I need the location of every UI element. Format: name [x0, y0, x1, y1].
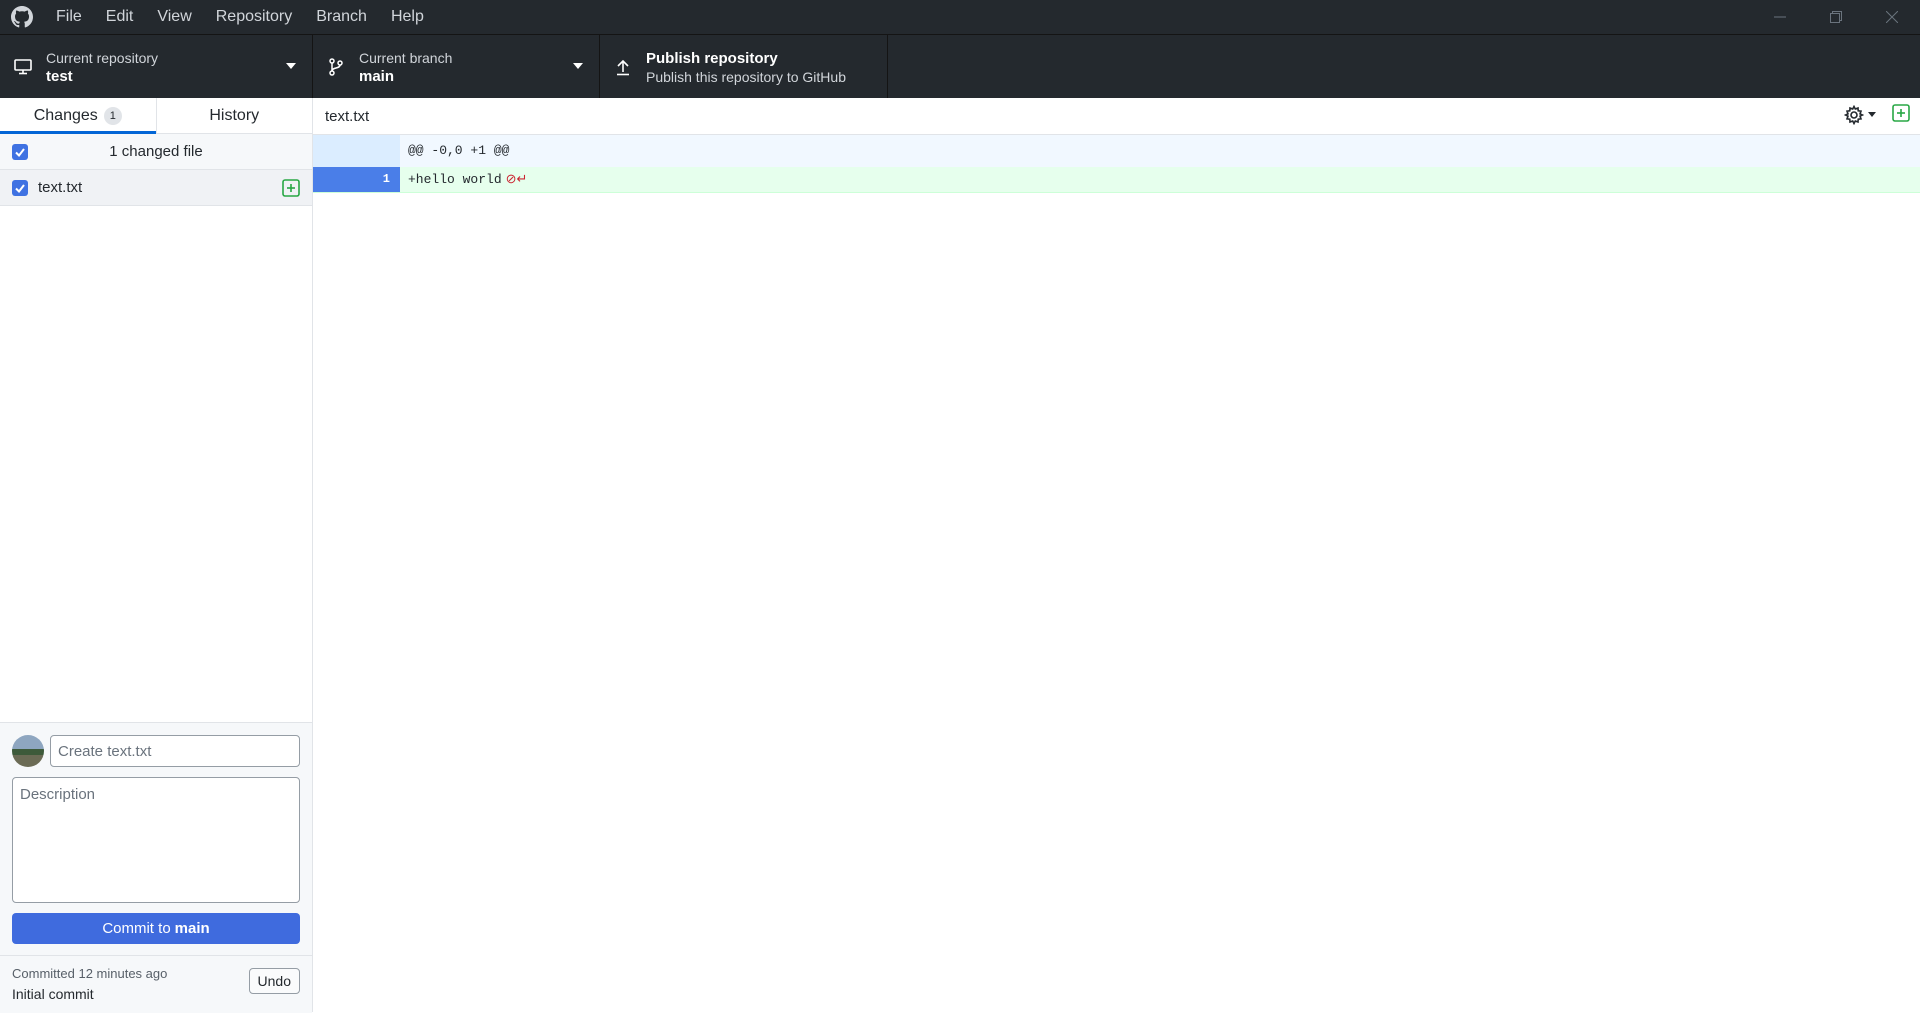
- checkmark-icon: [15, 148, 25, 158]
- publish-repository-title: Publish repository: [646, 49, 778, 67]
- diff-view: text.txt @@ -0,0 +1 @@ 1 +hello world ⊘↵: [313, 98, 1920, 1012]
- menu-file[interactable]: File: [44, 0, 94, 34]
- new-line-number[interactable]: 1: [356, 167, 400, 192]
- github-logo-icon: [0, 0, 44, 34]
- changed-files-count: 1 changed file: [109, 143, 203, 160]
- restore-icon: [1830, 11, 1842, 23]
- hunk-header-text: @@ -0,0 +1 @@: [408, 143, 510, 158]
- desktop-icon: [0, 59, 46, 75]
- current-branch-name: main: [359, 67, 395, 85]
- hunk-gutter: [313, 135, 400, 167]
- current-repository-label: Current repository: [46, 49, 159, 66]
- file-include-checkbox[interactable]: [12, 179, 28, 196]
- caret-down-icon: [573, 63, 583, 69]
- commit-button[interactable]: Commit to main: [12, 913, 300, 944]
- title-bar: File Edit View Repository Branch Help: [0, 0, 1920, 34]
- file-added-icon: [282, 179, 300, 200]
- gear-icon: [1844, 104, 1864, 125]
- changed-file-name: text.txt: [38, 179, 83, 196]
- current-branch-label: Current branch: [359, 49, 453, 66]
- last-commit-panel: Committed 12 minutes ago Initial commit …: [0, 955, 312, 1013]
- publish-repository-button[interactable]: Publish repository Publish this reposito…: [600, 35, 888, 99]
- menu-help[interactable]: Help: [379, 0, 436, 34]
- toolbar: Current repository test Current branch m…: [0, 34, 1920, 99]
- restore-button[interactable]: [1808, 0, 1864, 34]
- current-branch-button[interactable]: Current branch main: [313, 35, 600, 99]
- upload-icon: [600, 58, 646, 76]
- diff-hunk-header[interactable]: @@ -0,0 +1 @@: [313, 135, 1920, 167]
- close-icon: [1886, 11, 1898, 23]
- diff-header: text.txt: [313, 98, 1920, 135]
- menu-branch[interactable]: Branch: [304, 0, 379, 34]
- sidebar-tabs: Changes 1 History: [0, 98, 312, 134]
- commit-summary-input[interactable]: [50, 735, 300, 767]
- tab-changes-label: Changes: [33, 106, 98, 124]
- changes-header: 1 changed file: [0, 134, 312, 170]
- file-added-icon: [1892, 104, 1910, 125]
- diff-line-added[interactable]: 1 +hello world ⊘↵: [313, 167, 1920, 193]
- caret-down-icon: [1868, 112, 1876, 117]
- avatar: [12, 735, 44, 767]
- publish-repository-description: Publish this repository to GitHub: [646, 68, 846, 85]
- tab-changes[interactable]: Changes 1: [0, 98, 156, 134]
- checkmark-icon: [15, 183, 25, 193]
- menu-repository[interactable]: Repository: [204, 0, 304, 34]
- undo-button[interactable]: Undo: [248, 968, 300, 994]
- old-line-number[interactable]: [313, 167, 356, 192]
- close-button[interactable]: [1864, 0, 1920, 34]
- caret-down-icon: [286, 63, 296, 69]
- diff-line-text: +hello world: [408, 171, 502, 187]
- diff-file-name: text.txt: [325, 107, 370, 125]
- select-all-checkbox[interactable]: [12, 144, 28, 160]
- changes-count-badge: 1: [103, 106, 122, 125]
- no-newline-icon: ⊘↵: [505, 171, 528, 187]
- commit-button-branch: main: [174, 920, 210, 937]
- commit-button-label: Commit to: [102, 920, 171, 937]
- current-repository-name: test: [46, 67, 73, 85]
- changed-file-row[interactable]: text.txt: [0, 170, 312, 206]
- menu-edit[interactable]: Edit: [94, 0, 146, 34]
- minimize-icon: [1774, 16, 1786, 18]
- sidebar: Changes 1 History 1 changed file text.tx…: [0, 98, 313, 1013]
- menu-view[interactable]: View: [145, 0, 203, 34]
- git-branch-icon: [313, 58, 359, 76]
- last-commit-time: Committed 12 minutes ago: [12, 966, 168, 981]
- commit-description-input[interactable]: [12, 777, 300, 903]
- tab-history-label: History: [209, 106, 260, 124]
- window-controls: [1752, 0, 1920, 34]
- diff-options-button[interactable]: [1844, 104, 1876, 125]
- tab-history[interactable]: History: [155, 98, 313, 133]
- commit-message-area: Commit to main Committed 12 minutes ago …: [0, 722, 312, 1013]
- minimize-button[interactable]: [1752, 0, 1808, 34]
- last-commit-message: Initial commit: [12, 986, 94, 1002]
- menu-bar: File Edit View Repository Branch Help: [44, 0, 436, 34]
- current-repository-button[interactable]: Current repository test: [0, 35, 313, 99]
